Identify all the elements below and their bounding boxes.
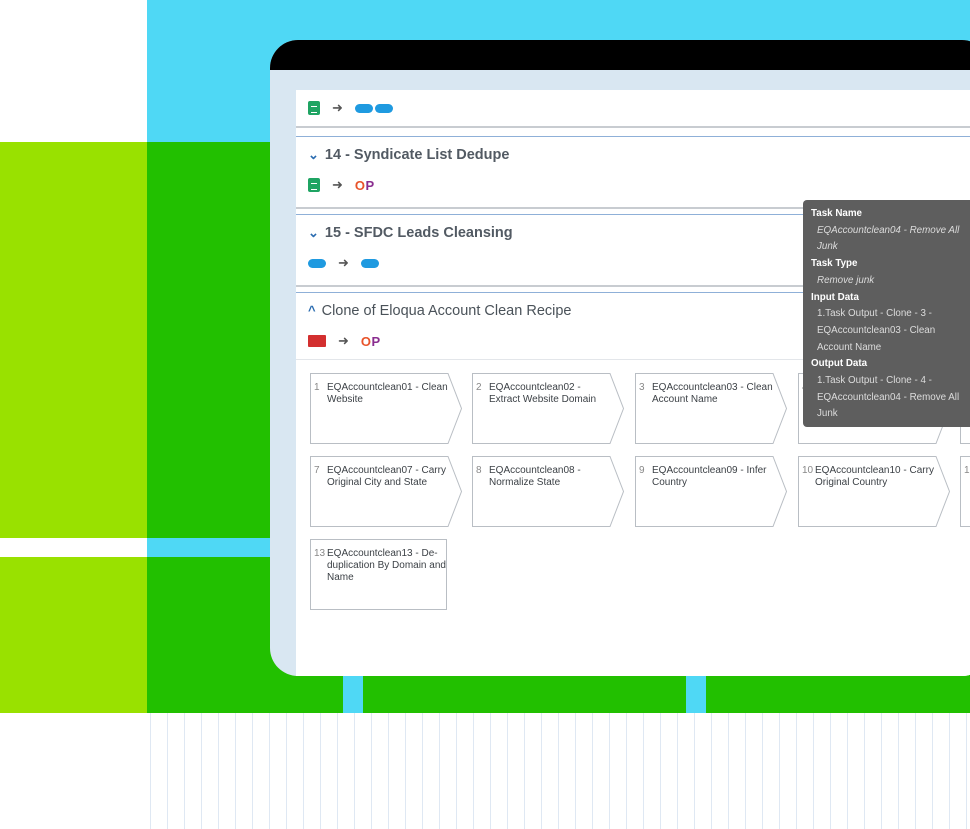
task-label: EQAccountclean09 - Infer Country — [652, 465, 767, 488]
task-tooltip: Task Name EQAccountclean04 - Remove All … — [803, 200, 970, 427]
task-card[interactable]: 9 EQAccountclean09 - Infer Country — [635, 456, 787, 527]
task-card[interactable]: 3 EQAccountclean03 - Clean Account Name — [635, 373, 787, 444]
arrow-icon: ➜ — [338, 255, 349, 270]
device-frame: ➜ ⌄ 14 - Syndicate List Dedupe ➜ OP ⌄ 15 -… — [270, 40, 970, 676]
openprise-logo: OP — [354, 177, 375, 193]
recipe-section-14[interactable]: ⌄ 14 - Syndicate List Dedupe ➜ OP — [296, 136, 970, 209]
task-number: 9 — [639, 465, 645, 476]
section-flow: ➜ — [308, 255, 379, 271]
task-number: 1 — [314, 382, 320, 393]
arrow-icon: ➜ — [332, 177, 343, 192]
task-card[interactable]: 7 EQAccountclean07 - Carry Original City … — [310, 456, 462, 527]
bg-lime-block-top — [0, 142, 147, 538]
plus-pattern — [147, 713, 970, 829]
arrow-icon: ➜ — [332, 100, 343, 115]
task-number: 8 — [476, 465, 482, 476]
task-card[interactable]: 8 EQAccountclean08 - Normalize State — [472, 456, 624, 527]
salesforce-icon — [374, 103, 393, 113]
task-card[interactable]: 1 — [960, 456, 970, 527]
salesforce-icon — [354, 103, 373, 113]
tooltip-value: 1.Task Output - Clone - 3 - EQAccountcle… — [817, 308, 936, 353]
section-title[interactable]: ⌄ 15 - SFDC Leads Cleansing — [308, 225, 513, 241]
task-label: EQAccountclean02 - Extract Website Domai… — [489, 382, 597, 405]
section-flow: ➜ OP — [308, 177, 375, 193]
task-card[interactable]: 10 EQAccountclean10 - Carry Original Coun… — [798, 456, 950, 527]
section-flow: ➜ — [308, 100, 393, 116]
task-label: EQAccountclean10 - Carry Original Countr… — [815, 465, 934, 488]
task-card[interactable]: 1 EQAccountclean01 - Clean Website — [310, 373, 462, 444]
task-card[interactable]: 2 EQAccountclean02 - Extract Website Doma… — [472, 373, 624, 444]
task-label: EQAccountclean07 - Carry Original City a… — [327, 465, 446, 488]
section-title[interactable]: ⌄ 14 - Syndicate List Dedupe — [308, 147, 509, 163]
tooltip-value: Remove junk — [817, 274, 875, 286]
app-screen: ➜ ⌄ 14 - Syndicate List Dedupe ➜ OP ⌄ 15 -… — [296, 90, 970, 676]
google-sheets-icon — [308, 178, 320, 192]
recipe-section-13[interactable]: ➜ — [296, 90, 970, 128]
tooltip-heading: Output Data — [811, 358, 868, 370]
task-card[interactable]: 13 EQAccountclean13 - De-duplication By D… — [310, 539, 462, 610]
task-label: EQAccountclean08 - Normalize State — [489, 465, 581, 488]
salesforce-icon — [360, 258, 379, 268]
task-number: 10 — [802, 465, 814, 476]
openprise-logo: OP — [360, 333, 381, 349]
section-flow: ➜ OP — [308, 333, 381, 349]
tooltip-heading: Task Type — [811, 258, 858, 270]
device-leg-left — [343, 673, 363, 713]
task-number: 13 — [314, 548, 326, 559]
chevron-down-icon[interactable]: ⌄ — [308, 225, 319, 240]
task-label: EQAccountclean13 - De-duplication By Dom… — [327, 548, 446, 583]
device-top-bar — [270, 40, 970, 70]
task-number: 1 — [964, 465, 970, 476]
arrow-icon: ➜ — [338, 333, 349, 348]
tooltip-value: 1.Task Output - Clone - 4 - EQAccountcle… — [817, 375, 960, 420]
task-label: EQAccountclean01 - Clean Website — [327, 382, 448, 405]
salesforce-icon — [308, 258, 326, 268]
chevron-down-icon[interactable]: ⌄ — [308, 147, 319, 162]
google-sheets-icon — [308, 101, 320, 115]
device-leg-right — [686, 673, 706, 713]
bg-lime-block-bottom — [0, 557, 147, 713]
section-title[interactable]: ^ Clone of Eloqua Account Clean Recipe — [308, 303, 571, 319]
task-number: 7 — [314, 465, 320, 476]
task-number: 3 — [639, 382, 645, 393]
tooltip-heading: Input Data — [811, 291, 859, 303]
chevron-up-icon[interactable]: ^ — [308, 303, 316, 318]
tooltip-heading: Task Name — [811, 208, 863, 219]
tooltip-value: EQAccountclean04 - Remove All Junk — [817, 224, 960, 253]
task-number: 2 — [476, 382, 482, 393]
eloqua-icon — [308, 335, 326, 347]
task-label: EQAccountclean03 - Clean Account Name — [652, 382, 773, 405]
